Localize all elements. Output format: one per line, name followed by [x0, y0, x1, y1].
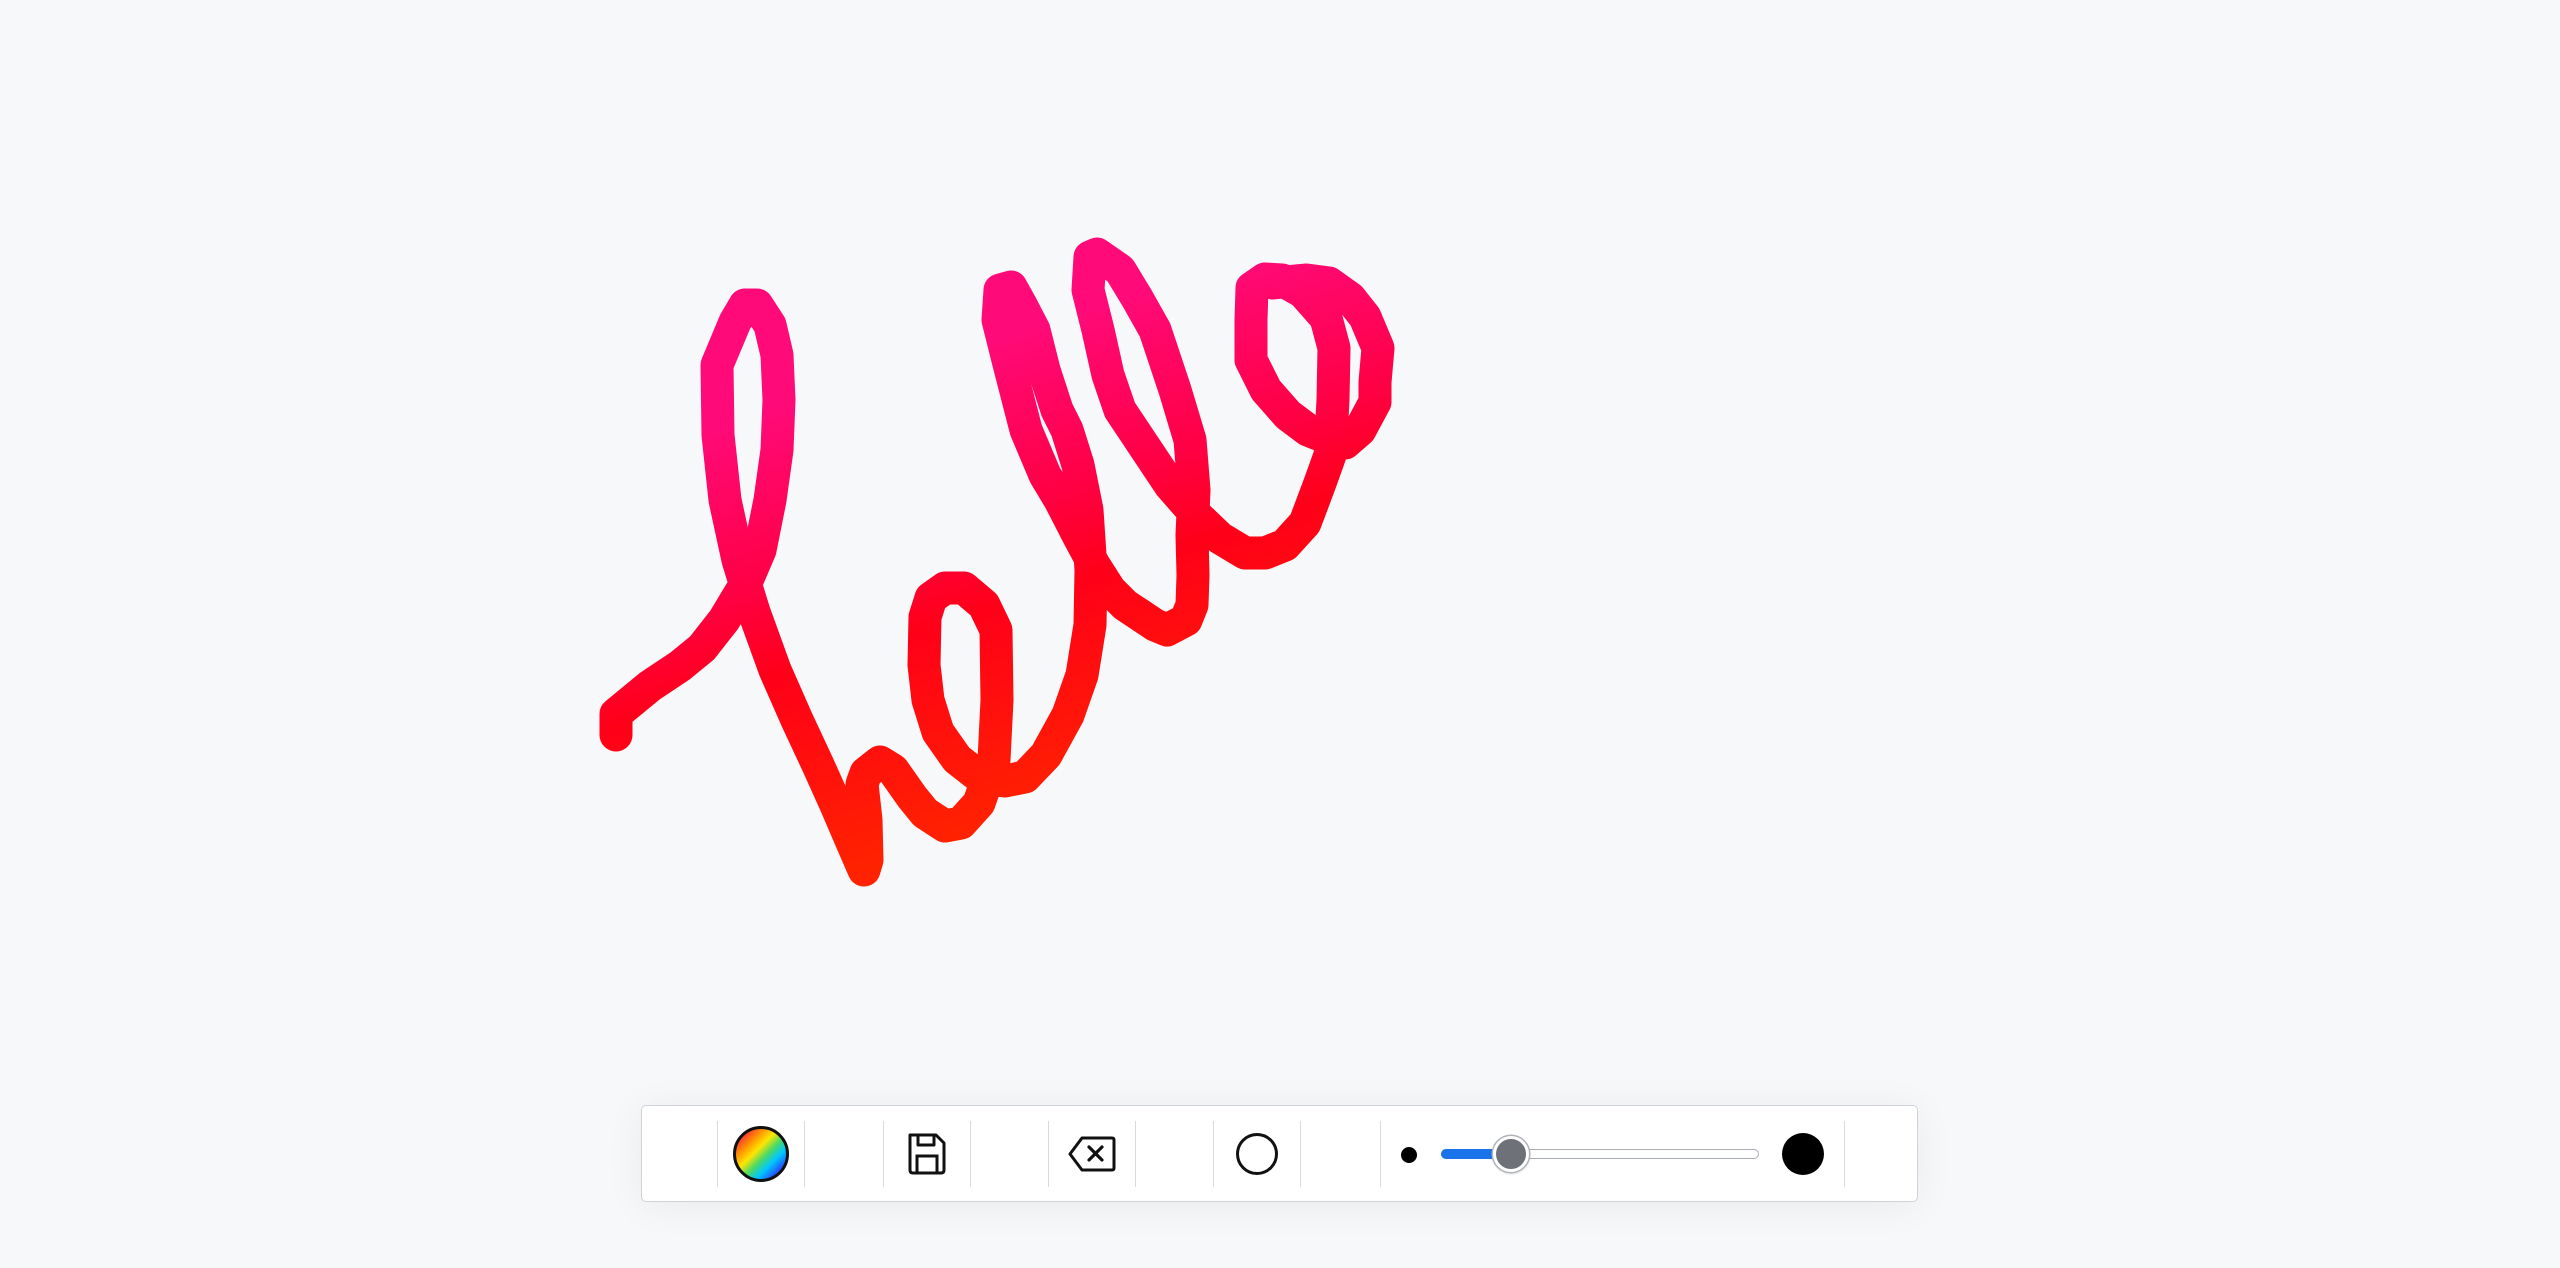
brush-size-slider-thumb[interactable] [1492, 1136, 1529, 1172]
backspace-x-icon [1068, 1136, 1116, 1172]
drawing-toolbar [641, 1105, 1918, 1202]
color-picker-button[interactable] [717, 1121, 805, 1187]
erase-button[interactable] [1048, 1121, 1136, 1187]
small-dot-icon [1401, 1147, 1417, 1163]
large-dot-icon [1782, 1133, 1824, 1175]
drawing-canvas[interactable] [0, 0, 2560, 1268]
stroke-h [599, 237, 1395, 887]
floppy-disk-icon [908, 1133, 946, 1175]
circle-tool-button[interactable] [1213, 1121, 1301, 1187]
circle-outline-icon [1236, 1133, 1278, 1175]
save-button[interactable] [883, 1121, 971, 1187]
brush-size-control [1380, 1121, 1845, 1187]
rainbow-swatch-icon [733, 1126, 789, 1182]
